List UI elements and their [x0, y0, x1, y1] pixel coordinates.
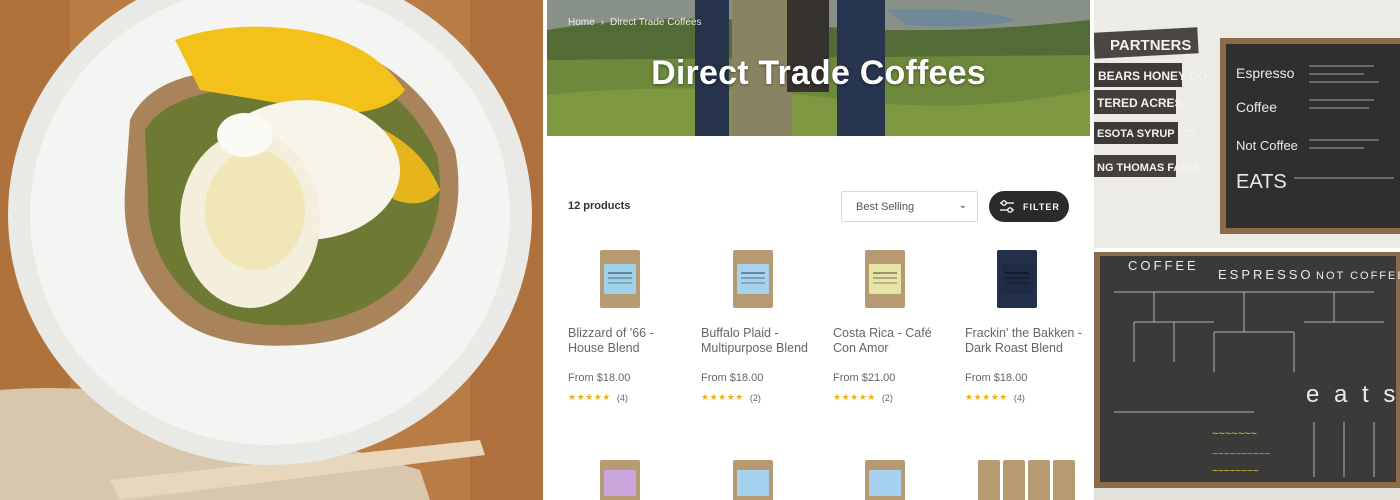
filter-label: FILTER [1023, 202, 1060, 212]
breadcrumb-separator: › [600, 17, 605, 28]
chalkboard-menu-photo: COFFEE ESPRESSO NOT COFFEE e a t s ! ~~~… [1094, 252, 1400, 500]
product-price: From $18.00 [568, 372, 631, 384]
review-count: (2) [881, 392, 893, 403]
product-image[interactable] [701, 246, 821, 314]
sliders-icon [1000, 200, 1014, 213]
svg-text:~~~~~~~: ~~~~~~~ [1212, 428, 1257, 440]
review-count: (2) [749, 392, 761, 403]
product-image[interactable] [965, 246, 1085, 314]
menu-not-coffee: Not Coffee [1236, 138, 1298, 153]
breadcrumb-home-link[interactable]: Home [568, 17, 595, 28]
page-title: Direct Trade Coffees [651, 54, 986, 92]
product-name[interactable]: Buffalo Plaid - Multipurpose Blend [701, 326, 821, 356]
product-rating: ★★★★★ (2) [701, 392, 821, 403]
chalk-coffee: COFFEE [1128, 258, 1199, 273]
sign-acres: TERED ACRES [1097, 96, 1183, 110]
menu-eats: EATS [1236, 171, 1287, 193]
product-image[interactable] [568, 246, 688, 314]
coffee-bag[interactable] [1003, 460, 1025, 500]
chevron-down-icon: ⌄ [958, 200, 967, 211]
coffee-bag[interactable] [1028, 460, 1050, 500]
avocado-toast-illustration [0, 0, 543, 500]
sign-partners: PARTNERS [1110, 37, 1191, 54]
star-rating-icon: ★★★★★ [833, 392, 876, 402]
breadcrumb-current: Direct Trade Coffees [610, 17, 702, 28]
product-price: From $18.00 [701, 372, 764, 384]
star-rating-icon: ★★★★★ [701, 392, 744, 402]
bag-label [737, 264, 769, 294]
star-rating-icon: ★★★★★ [568, 392, 611, 402]
product-card[interactable]: Frackin' the Bakken - Dark Roast Blend F… [965, 246, 1085, 403]
product-image[interactable] [833, 246, 953, 314]
coffee-bag[interactable] [1053, 460, 1075, 500]
product-grid-next-row [568, 456, 1088, 500]
sort-selected-value: Best Selling [856, 201, 915, 213]
filter-button[interactable]: FILTER [989, 191, 1069, 222]
bag-label [869, 470, 901, 496]
product-rating: ★★★★★ (4) [568, 392, 688, 403]
review-count: (4) [1013, 392, 1025, 403]
cafe-signs-photo: PARTNERS BEARS HONEY CO TERED ACRES ESOT… [1094, 0, 1400, 248]
breadcrumb: Home › Direct Trade Coffees [568, 17, 702, 28]
chalk-eats: e a t s ! [1306, 381, 1400, 408]
sign-farm: NG THOMAS FARM [1097, 162, 1198, 174]
cafe-signs-illustration: PARTNERS BEARS HONEY CO TERED ACRES ESOT… [1094, 0, 1400, 248]
svg-text:~~~~~~~~~~: ~~~~~~~~~~ [1212, 449, 1271, 460]
sort-select[interactable]: Best Selling ⌄ [841, 191, 978, 222]
product-count: 12 products [568, 200, 631, 212]
sign-honey: BEARS HONEY CO [1098, 69, 1207, 83]
bag-label [1001, 264, 1033, 294]
chalk-not-coffee: NOT COFFEE [1316, 270, 1400, 282]
product-card[interactable]: Blizzard of '66 - House Blend From $18.0… [568, 246, 688, 403]
svg-text:~~~~~~~~: ~~~~~~~~ [1212, 466, 1259, 477]
product-name[interactable]: Frackin' the Bakken - Dark Roast Blend [965, 326, 1085, 356]
collection-toolbar: 12 products Best Selling ⌄ FILTER [547, 190, 1090, 224]
chalk-espresso: ESPRESSO [1218, 267, 1314, 282]
avocado-toast-photo [0, 0, 543, 500]
product-name[interactable]: Costa Rica - Café Con Amor [833, 326, 953, 356]
product-card[interactable]: Buffalo Plaid - Multipurpose Blend From … [701, 246, 821, 403]
product-price: From $18.00 [965, 372, 1028, 384]
store-page: Home › Direct Trade Coffees Direct Trade… [547, 0, 1090, 500]
product-rating: ★★★★★ (2) [833, 392, 953, 403]
menu-espresso: Espresso [1236, 65, 1295, 81]
bag-label [737, 470, 769, 496]
star-rating-icon: ★★★★★ [965, 392, 1008, 402]
collection-hero: Home › Direct Trade Coffees Direct Trade… [547, 0, 1090, 136]
product-card[interactable]: Costa Rica - Café Con Amor From $21.00 ★… [833, 246, 953, 403]
review-count: (4) [616, 392, 628, 403]
bag-label [604, 264, 636, 294]
product-name[interactable]: Blizzard of '66 - House Blend [568, 326, 688, 356]
bag-label [869, 264, 901, 294]
sign-syrup: ESOTA SYRUP CO. [1097, 128, 1197, 140]
product-price: From $21.00 [833, 372, 896, 384]
bag-label [604, 470, 636, 496]
menu-coffee: Coffee [1236, 99, 1277, 115]
coffee-bag[interactable] [978, 460, 1000, 500]
chalkboard-illustration: COFFEE ESPRESSO NOT COFFEE e a t s ! ~~~… [1094, 252, 1400, 500]
product-rating: ★★★★★ (4) [965, 392, 1085, 403]
